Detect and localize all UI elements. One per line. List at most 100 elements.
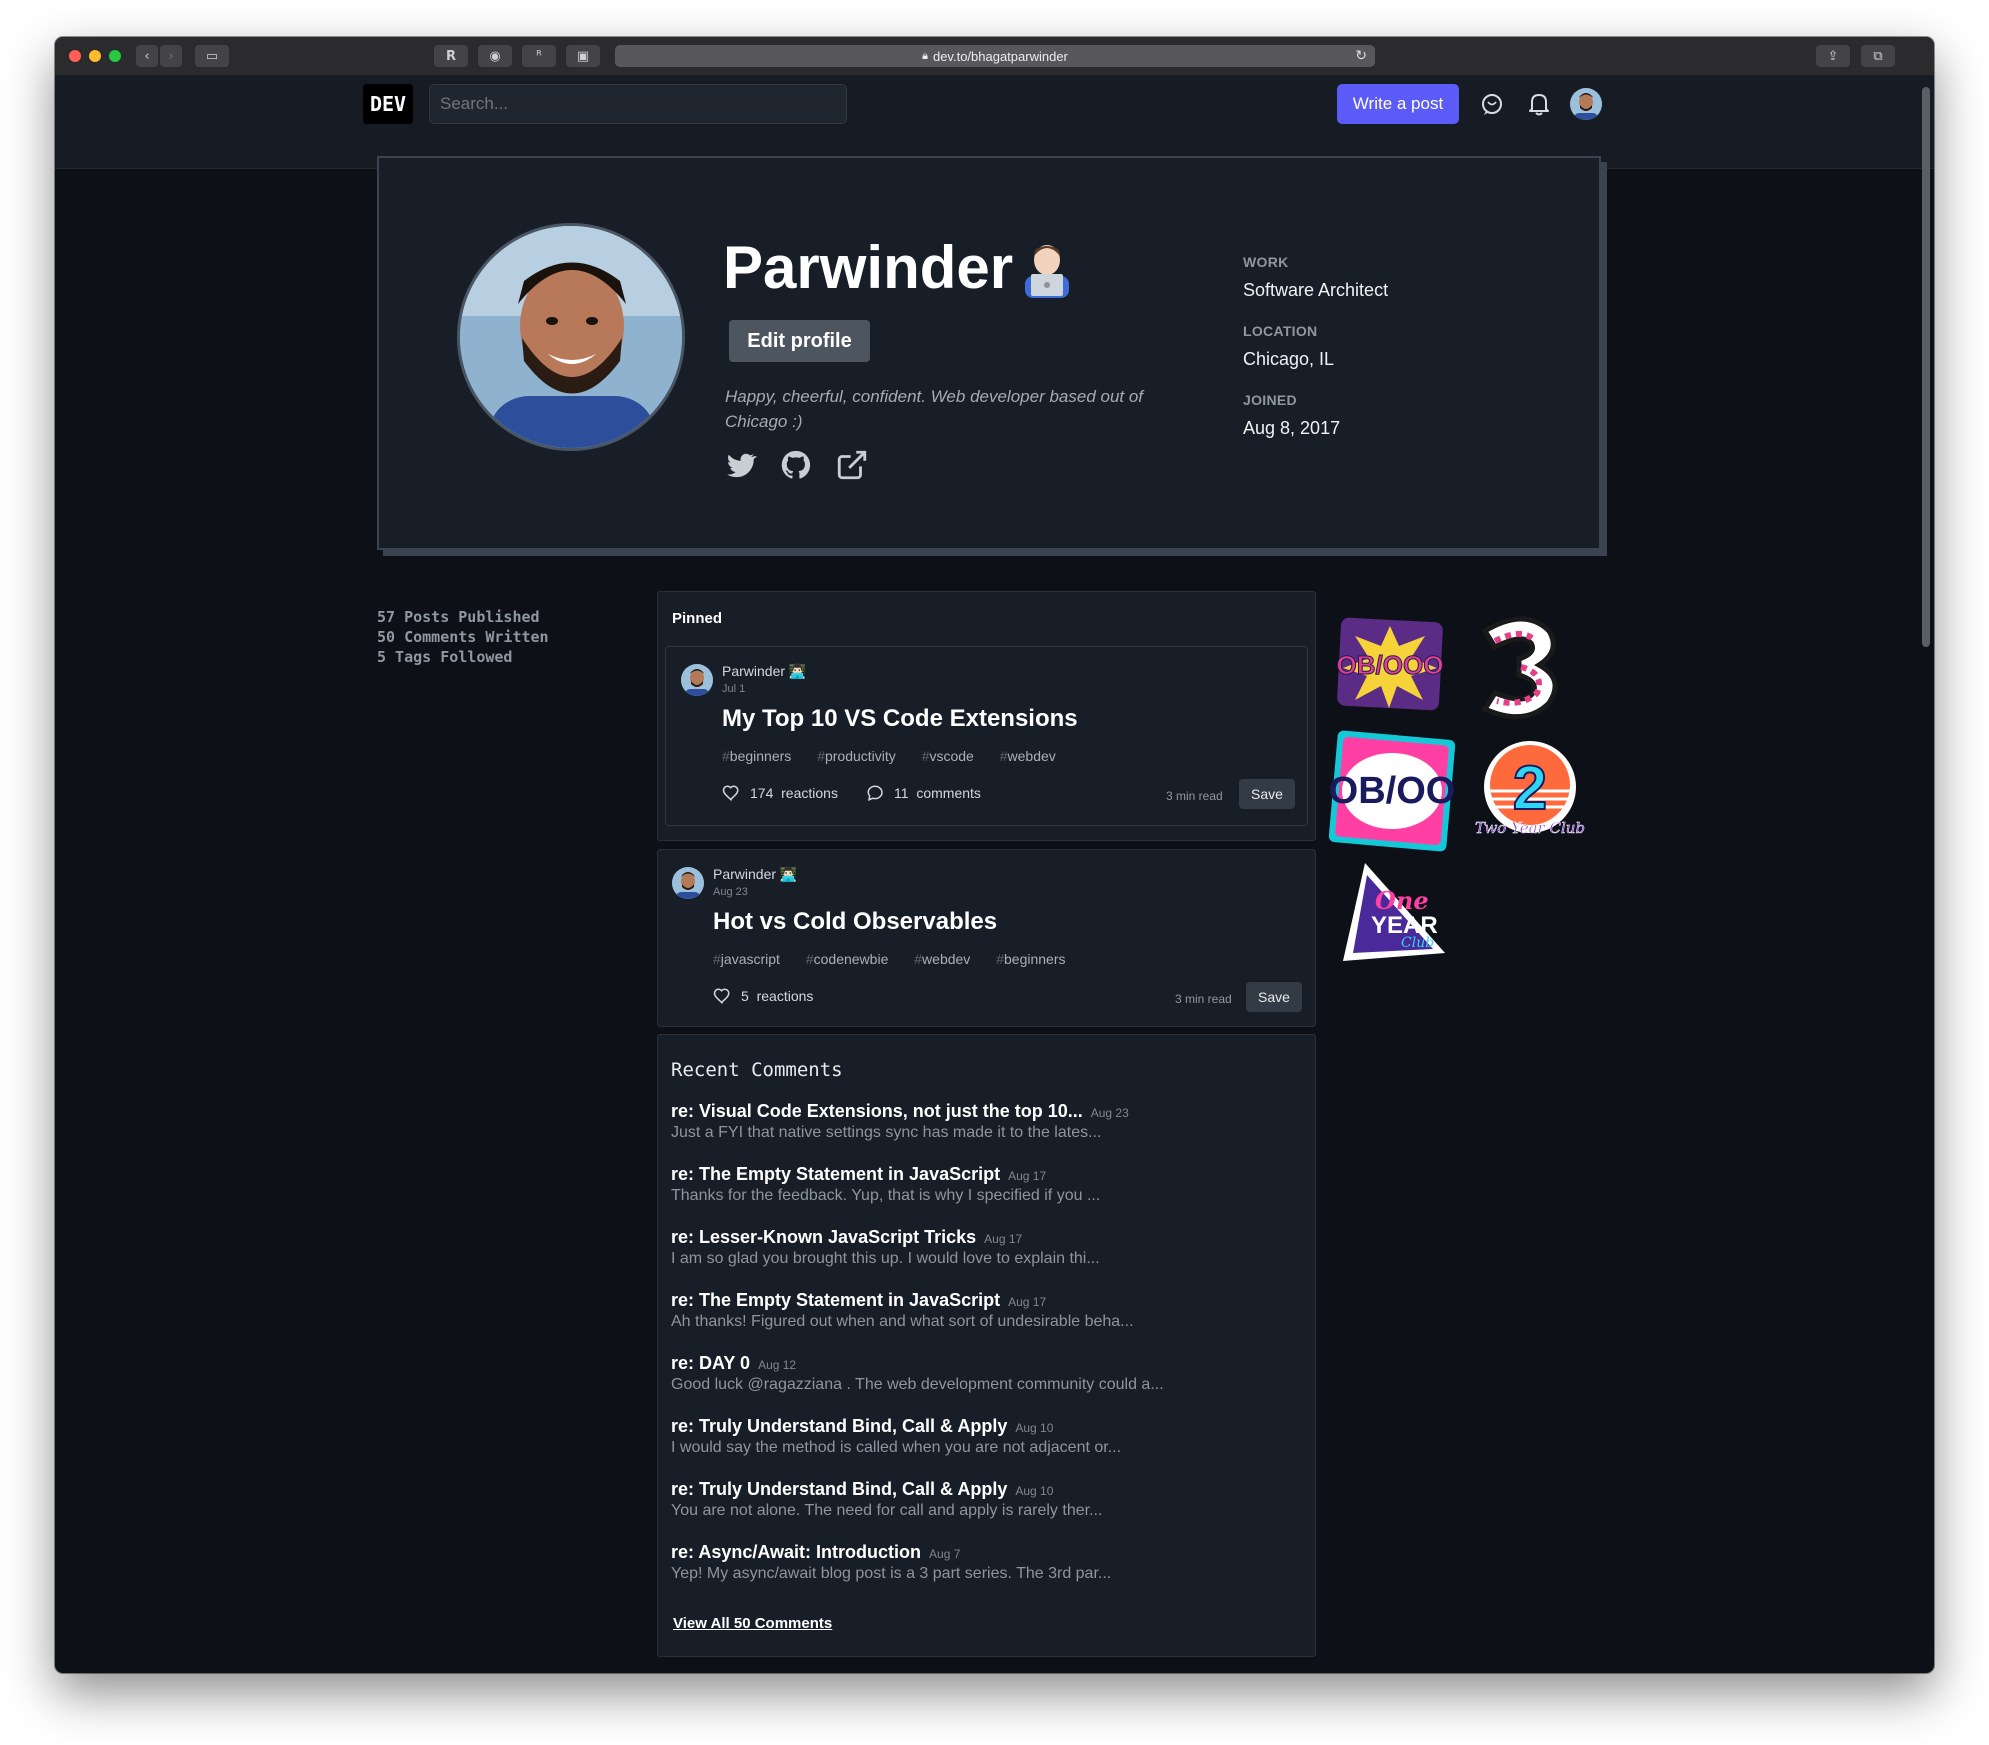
- joined-label: JOINED: [1243, 392, 1297, 408]
- post-card[interactable]: Parwinder 👨🏻‍💻 Aug 23 Hot vs Cold Observ…: [657, 849, 1316, 1027]
- comment-title[interactable]: re: The Empty Statement in JavaScript: [671, 1164, 1000, 1184]
- comment-icon: [867, 785, 883, 801]
- comment-item[interactable]: re: Visual Code Extensions, not just the…: [671, 1101, 1291, 1142]
- badge-beta-browser-text: OB/OO: [1329, 770, 1456, 812]
- tag-link[interactable]: #javascript: [713, 951, 791, 967]
- profile-card: Parwinder Edit profile Happy, cheerful, …: [377, 156, 1601, 550]
- tag-link[interactable]: #vscode: [922, 748, 985, 764]
- comment-snippet: Good luck @ragazziana . The web developm…: [671, 1376, 1164, 1393]
- twitter-icon[interactable]: [723, 448, 757, 482]
- badge-beta-icon[interactable]: OB/OOO: [1333, 614, 1447, 714]
- url-text: dev.to/bhagatparwinder: [932, 48, 1068, 64]
- reactions-link[interactable]: 5 reactions: [713, 987, 813, 1005]
- comment-date: Aug 10: [1015, 1484, 1054, 1498]
- comment-title[interactable]: re: The Empty Statement in JavaScript: [671, 1290, 1000, 1310]
- browser-window: ‹ › ▭ R ◉ ᴿ ▣ 🔒︎ dev.to/bhagatparwinder …: [55, 37, 1934, 1673]
- comment-date: Aug 17: [1008, 1295, 1047, 1309]
- comment-snippet: I would say the method is called when yo…: [671, 1439, 1122, 1456]
- save-button[interactable]: Save: [1246, 982, 1302, 1012]
- sidebar-toggle-icon[interactable]: ▭: [195, 45, 229, 67]
- pinned-label: Pinned: [672, 610, 723, 627]
- comment-date: Aug 12: [758, 1358, 797, 1372]
- comment-item[interactable]: re: The Empty Statement in JavaScript Aug…: [671, 1164, 1291, 1205]
- address-bar[interactable]: 🔒︎ dev.to/bhagatparwinder ↻: [615, 45, 1375, 67]
- comment-item[interactable]: re: DAY 0 Aug 12 Good luck @ragazziana . …: [671, 1353, 1291, 1394]
- browser-toolbar: ‹ › ▭ R ◉ ᴿ ▣ 🔒︎ dev.to/bhagatparwinder …: [55, 37, 1934, 76]
- write-post-button[interactable]: Write a post: [1337, 84, 1459, 124]
- search-input[interactable]: [429, 84, 847, 124]
- comment-item[interactable]: re: The Empty Statement in JavaScript Aug…: [671, 1290, 1291, 1331]
- extension-figure-icon[interactable]: ᴿ: [522, 45, 556, 67]
- comment-snippet: You are not alone. The need for call and…: [671, 1502, 1103, 1519]
- comment-title[interactable]: re: DAY 0: [671, 1353, 750, 1373]
- badge-two-year-club-icon[interactable]: 2 Two Year Club: [1475, 737, 1585, 847]
- tag-link[interactable]: #webdev: [914, 951, 981, 967]
- comments-link[interactable]: 11 comments: [866, 784, 981, 802]
- heart-icon: [722, 785, 739, 802]
- tabs-overview-icon[interactable]: ⧉: [1861, 45, 1895, 67]
- comment-date: Aug 23: [1090, 1106, 1129, 1120]
- forward-icon[interactable]: ›: [160, 45, 182, 67]
- chat-icon[interactable]: [1479, 91, 1505, 117]
- comment-item[interactable]: re: Truly Understand Bind, Call & Apply A…: [671, 1416, 1291, 1457]
- extension-r-icon[interactable]: R: [434, 45, 468, 67]
- laptop-emoji-icon: 👨🏻‍💻: [788, 663, 807, 679]
- post-title[interactable]: My Top 10 VS Code Extensions: [722, 705, 1078, 733]
- comment-date: Aug 7: [929, 1547, 961, 1561]
- comment-title[interactable]: re: Truly Understand Bind, Call & Apply: [671, 1416, 1007, 1436]
- tag-link[interactable]: #webdev: [1000, 748, 1067, 764]
- external-link-icon[interactable]: [835, 448, 869, 482]
- comment-title[interactable]: re: Visual Code Extensions, not just the…: [671, 1101, 1083, 1121]
- edit-profile-button[interactable]: Edit profile: [729, 320, 870, 362]
- view-all-comments-link[interactable]: View All 50 Comments: [673, 1615, 832, 1632]
- comment-item[interactable]: re: Async/Await: Introduction Aug 7 Yep! …: [671, 1542, 1291, 1583]
- comment-title[interactable]: re: Lesser-Known JavaScript Tricks: [671, 1227, 976, 1247]
- comment-snippet: Yep! My async/await blog post is a 3 par…: [671, 1565, 1112, 1582]
- comment-item[interactable]: re: Truly Understand Bind, Call & Apply A…: [671, 1479, 1291, 1520]
- recent-comments-heading: Recent Comments: [671, 1059, 843, 1081]
- extension-card-icon[interactable]: ▣: [566, 45, 600, 67]
- reload-icon[interactable]: ↻: [1355, 47, 1367, 64]
- reactions-link[interactable]: 174 reactions: [722, 784, 838, 802]
- heart-icon: [713, 988, 730, 1005]
- tag-link[interactable]: #productivity: [817, 748, 907, 764]
- post-card[interactable]: Parwinder 👨🏻‍💻 Jul 1 My Top 10 VS Code E…: [665, 646, 1308, 826]
- read-time: 3 min read: [1166, 789, 1223, 803]
- tag-link[interactable]: #beginners: [722, 748, 802, 764]
- maximize-window-button[interactable]: [109, 50, 121, 62]
- work-label: WORK: [1243, 254, 1289, 270]
- dev-logo[interactable]: DEV: [363, 84, 413, 124]
- badge-two-year-number: 2: [1513, 754, 1547, 823]
- back-icon[interactable]: ‹: [136, 45, 158, 67]
- site-header: [55, 75, 1934, 169]
- close-window-button[interactable]: [69, 50, 81, 62]
- page-scrollbar[interactable]: [1922, 87, 1930, 647]
- extension-1password-icon[interactable]: ◉: [478, 45, 512, 67]
- badge-beta-text: OB/OOO: [1337, 650, 1444, 680]
- comment-title[interactable]: re: Async/Await: Introduction: [671, 1542, 921, 1562]
- comment-item[interactable]: re: Lesser-Known JavaScript Tricks Aug 17…: [671, 1227, 1291, 1268]
- posts-published-stat: 57 Posts Published: [377, 608, 540, 626]
- bell-icon[interactable]: [1526, 91, 1552, 117]
- comment-date: Aug 17: [1008, 1169, 1047, 1183]
- minimize-window-button[interactable]: [89, 50, 101, 62]
- badge-one-year-club-icon[interactable]: One YEAR Club: [1335, 855, 1451, 971]
- tag-link[interactable]: #codenewbie: [806, 951, 900, 967]
- badge-beta-browser-icon[interactable]: OB/OO: [1325, 727, 1459, 855]
- post-title[interactable]: Hot vs Cold Observables: [713, 908, 997, 936]
- share-icon[interactable]: ⇪: [1816, 45, 1850, 67]
- badge-two-year-label: Two Year Club: [1475, 819, 1585, 837]
- github-icon[interactable]: [779, 448, 813, 482]
- comment-title[interactable]: re: Truly Understand Bind, Call & Apply: [671, 1479, 1007, 1499]
- comment-date: Aug 10: [1015, 1421, 1054, 1435]
- user-avatar[interactable]: [1570, 88, 1602, 120]
- technologist-emoji-icon: [1025, 245, 1069, 298]
- post-author[interactable]: Parwinder 👨🏻‍💻: [713, 866, 797, 883]
- tag-link[interactable]: #beginners: [996, 951, 1076, 967]
- post-author[interactable]: Parwinder 👨🏻‍💻: [722, 663, 806, 680]
- comment-snippet: Ah thanks! Figured out when and what sor…: [671, 1313, 1134, 1330]
- badge-three-year-icon[interactable]: 3: [1465, 611, 1571, 725]
- comment-snippet: Thanks for the feedback. Yup, that is wh…: [671, 1187, 1101, 1204]
- badge-one-year-club: Club: [1401, 935, 1434, 951]
- save-button[interactable]: Save: [1239, 779, 1295, 809]
